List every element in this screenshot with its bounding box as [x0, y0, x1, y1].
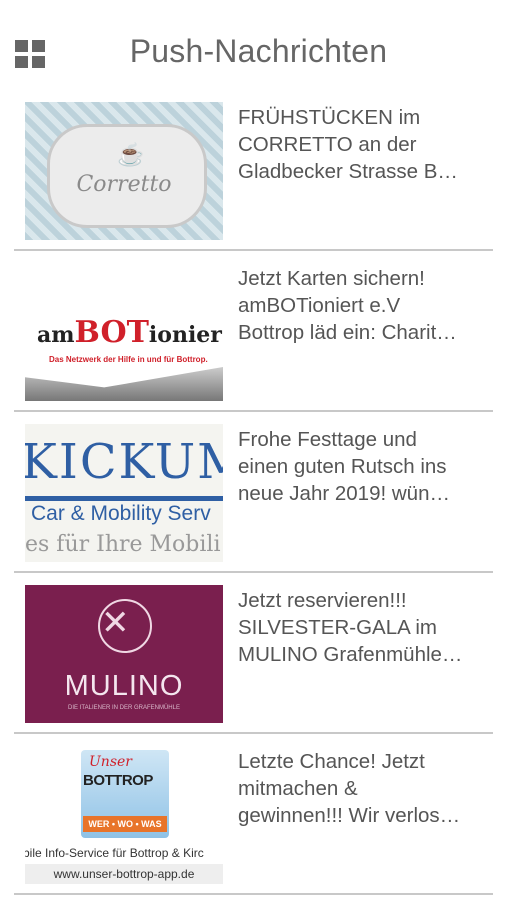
app-header: Push-Nachrichten: [0, 0, 507, 100]
item-text: Frohe Festtage und einen guten Rutsch in…: [238, 428, 450, 505]
corretto-thumbnail: ☕ Corretto: [25, 102, 223, 240]
list-item[interactable]: ✕ MULINO DIE ITALIENER IN DER GRAFENMÜHL…: [0, 573, 507, 734]
unser-bottrop-thumbnail: Unser BOTTROP WER • WO • WAS bile Info-S…: [25, 746, 223, 884]
divider: [14, 893, 493, 895]
list-item[interactable]: amBOTionier Das Netzwerk der Hilfe in un…: [0, 251, 507, 412]
item-text: Letzte Chance! Jetzt mitmachen & gewinne…: [238, 750, 461, 827]
kickum-thumbnail: KICKUM Car & Mobility Serv es für Ihre M…: [25, 424, 223, 562]
item-text: FRÜHSTÜCKEN im CORRETTO an der Gladbecke…: [238, 106, 458, 183]
item-text: Jetzt reservieren!!! SILVESTER-GALA im M…: [238, 589, 463, 666]
push-notification-list: ☕ Corretto FRÜHSTÜCKEN im CORRETTO an de…: [0, 90, 507, 895]
item-text: Jetzt Karten sichern! amBOTioniert e.V B…: [238, 267, 457, 344]
cutlery-icon: ✕: [101, 604, 130, 642]
list-item[interactable]: ☕ Corretto FRÜHSTÜCKEN im CORRETTO an de…: [0, 90, 507, 251]
list-item[interactable]: KICKUM Car & Mobility Serv es für Ihre M…: [0, 412, 507, 573]
list-item[interactable]: Unser BOTTROP WER • WO • WAS bile Info-S…: [0, 734, 507, 895]
coffee-cup-icon: ☕: [117, 142, 145, 167]
mulino-thumbnail: ✕ MULINO DIE ITALIENER IN DER GRAFENMÜHL…: [25, 585, 223, 723]
ambotioniert-thumbnail: amBOTionier Das Netzwerk der Hilfe in un…: [25, 263, 223, 401]
page-title: Push-Nachrichten: [129, 33, 388, 69]
